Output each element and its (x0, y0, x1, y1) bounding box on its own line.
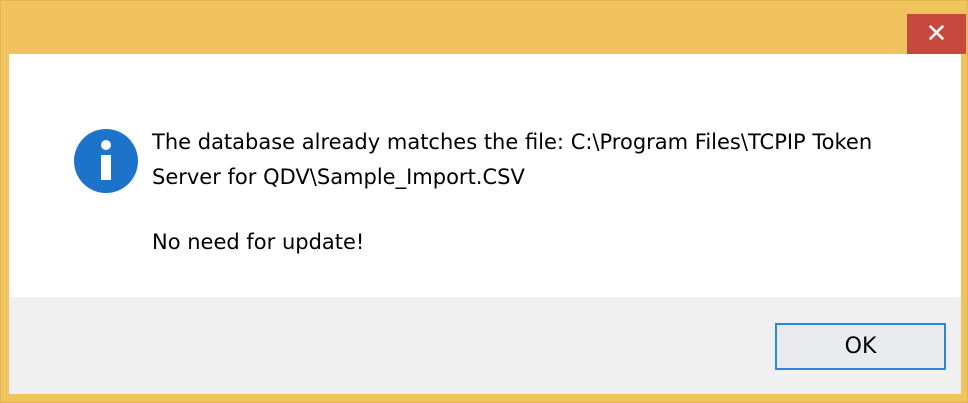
message-spacer (152, 195, 932, 225)
message-area: The database already matches the file: C… (9, 54, 961, 297)
window-bottom-border (1, 394, 967, 402)
message-line-3: No need for update! (152, 230, 365, 254)
information-icon (74, 129, 138, 193)
title-bar[interactable]: ✕ (1, 1, 967, 54)
close-button[interactable]: ✕ (907, 14, 966, 54)
message-line-1: The database already matches the file: C… (152, 130, 873, 154)
message-text: The database already matches the file: C… (152, 125, 932, 260)
ok-button[interactable]: OK (775, 323, 946, 370)
close-icon: ✕ (925, 19, 948, 49)
message-line-2: Server for QDV\Sample_Import.CSV (152, 165, 525, 189)
button-bar: OK (9, 297, 961, 394)
dialog-window: ✕ The database already matches the file:… (0, 0, 968, 403)
